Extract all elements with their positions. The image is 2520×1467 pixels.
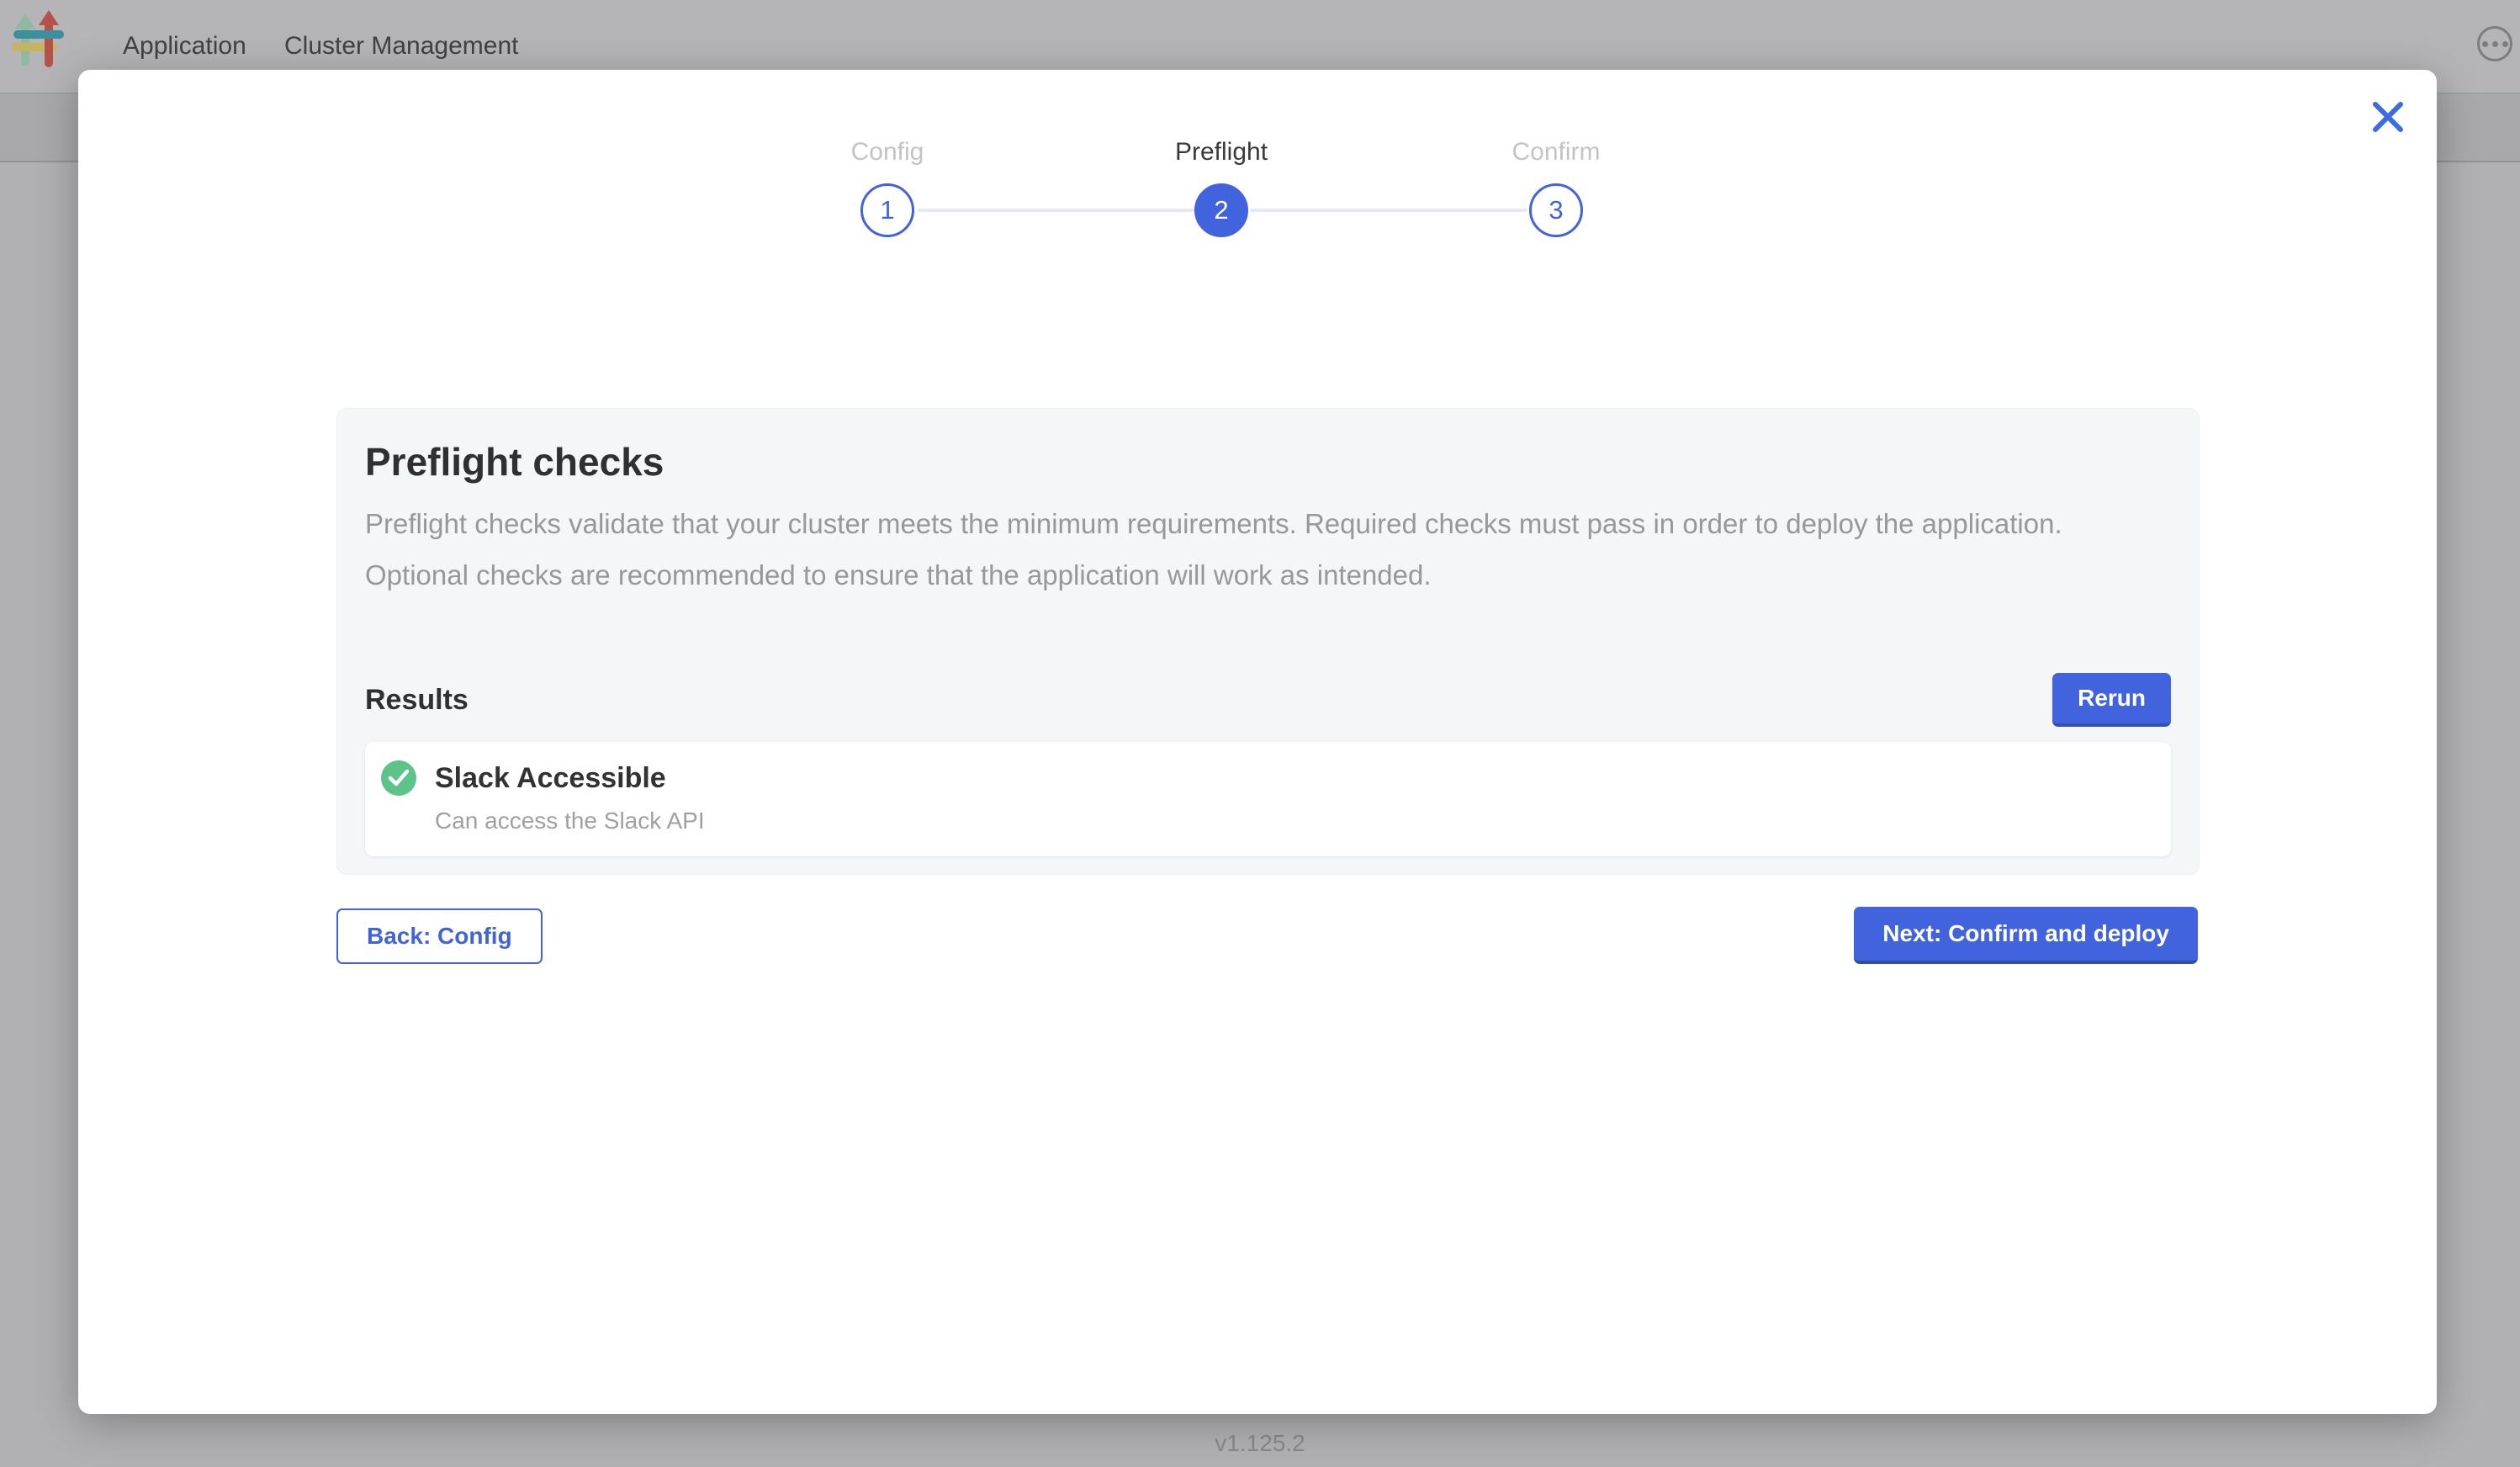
- dot: [2502, 41, 2508, 47]
- panel-description: Preflight checks validate that your clus…: [365, 498, 2171, 601]
- stepper-step-confirm: Confirm 3: [1447, 137, 1665, 237]
- check-circle-icon: [381, 760, 416, 796]
- step-label: Config: [778, 137, 997, 167]
- panel-title: Preflight checks: [365, 439, 2171, 485]
- dot: [2492, 41, 2498, 47]
- app-version-label: v1.125.2: [0, 1430, 2520, 1457]
- result-detail: Can access the Slack API: [435, 808, 2149, 834]
- close-icon[interactable]: [2368, 97, 2408, 137]
- rerun-button[interactable]: Rerun: [2052, 673, 2171, 727]
- overflow-menu-icon[interactable]: [2477, 26, 2512, 61]
- step-circle-1[interactable]: 1: [860, 183, 914, 237]
- preflight-result-card: Slack Accessible Can access the Slack AP…: [365, 742, 2171, 856]
- step-circle-2[interactable]: 2: [1194, 183, 1248, 237]
- dot: [2482, 41, 2488, 47]
- next-confirm-deploy-button[interactable]: Next: Confirm and deploy: [1854, 907, 2198, 964]
- nav-tab-application[interactable]: Application: [123, 32, 246, 61]
- stepper-step-preflight: Preflight 2: [1112, 137, 1331, 237]
- step-label: Confirm: [1447, 137, 1665, 167]
- preflight-wizard-modal: Config 1 Preflight 2 Confirm 3 Preflight…: [78, 70, 2437, 1414]
- step-circle-3[interactable]: 3: [1529, 183, 1583, 237]
- nav-tab-cluster-management[interactable]: Cluster Management: [284, 32, 518, 61]
- result-head: Slack Accessible: [381, 760, 2149, 796]
- back-config-button[interactable]: Back: Config: [336, 908, 543, 964]
- stepper-step-config: Config 1: [778, 137, 997, 237]
- app-logo-icon: [12, 10, 64, 73]
- step-label: Preflight: [1112, 137, 1331, 167]
- results-heading: Results: [365, 684, 469, 717]
- results-header-row: Results Rerun: [365, 673, 2171, 727]
- preflight-checks-panel: Preflight checks Preflight checks valida…: [336, 408, 2200, 875]
- result-title: Slack Accessible: [435, 762, 666, 795]
